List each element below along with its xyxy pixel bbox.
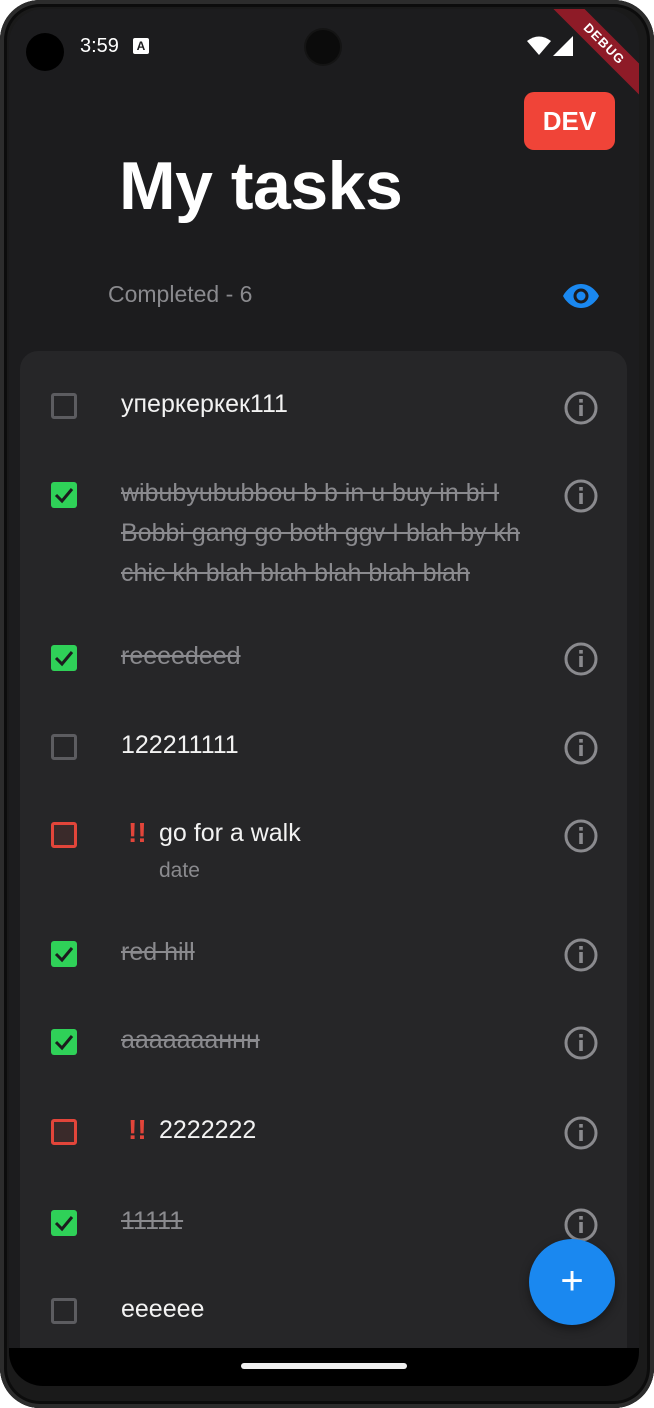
task-checkbox[interactable] xyxy=(51,1298,77,1324)
task-list: уперкеркек111 wibubyububbou b b in u buy… xyxy=(20,351,627,1386)
task-title: go for a walk xyxy=(159,819,301,847)
task-checkbox[interactable] xyxy=(51,822,77,848)
task-title: 2222222 xyxy=(159,1116,257,1144)
signal-icon xyxy=(553,36,573,56)
check-icon xyxy=(54,651,74,667)
completed-counter: Completed - 6 xyxy=(108,281,253,307)
task-checkbox[interactable] xyxy=(51,1119,77,1145)
status-bar: 3:59 A xyxy=(9,9,639,71)
task-title: 11111 xyxy=(121,1207,184,1235)
check-icon xyxy=(54,947,74,963)
env-badge[interactable]: DEV xyxy=(524,92,615,150)
task-item[interactable]: wibubyububbou b b in u buy in bi I Bobbi… xyxy=(20,471,627,601)
task-item[interactable]: red hill xyxy=(20,921,627,991)
toggle-completed-visibility-button[interactable] xyxy=(561,279,601,313)
add-task-button[interactable]: + xyxy=(529,1239,615,1325)
app-screen: 3:59 A DEBUG DEV My tasks Completed - 6 xyxy=(9,9,639,1386)
priority-mark: !! xyxy=(128,1114,147,1145)
task-item[interactable]: !! go for a walk date xyxy=(20,801,627,901)
task-item[interactable]: уперкеркек111 xyxy=(20,373,627,443)
info-icon[interactable] xyxy=(562,389,600,427)
info-icon[interactable] xyxy=(562,1024,600,1062)
eye-icon xyxy=(563,284,599,308)
task-checkbox[interactable] xyxy=(51,482,77,508)
info-icon[interactable] xyxy=(562,817,600,855)
task-item[interactable]: 122211111 xyxy=(20,711,627,781)
page-title: My tasks xyxy=(119,148,403,224)
task-item[interactable]: 11111 xyxy=(20,1191,627,1261)
info-icon[interactable] xyxy=(562,729,600,767)
phone-frame: 3:59 A DEBUG DEV My tasks Completed - 6 xyxy=(0,0,654,1408)
task-title: уперкеркек111 xyxy=(121,390,288,418)
task-title: wibubyububbou b b in u buy in bi I Bobbi… xyxy=(121,479,520,587)
task-checkbox[interactable] xyxy=(51,1210,77,1236)
task-checkbox[interactable] xyxy=(51,1029,77,1055)
wifi-icon xyxy=(527,36,551,55)
notification-icon: A xyxy=(133,38,149,54)
task-checkbox[interactable] xyxy=(51,645,77,671)
info-icon[interactable] xyxy=(562,936,600,974)
task-title: reeeedeed xyxy=(121,642,241,670)
task-checkbox[interactable] xyxy=(51,941,77,967)
status-time: 3:59 xyxy=(80,35,119,57)
task-title: eeeeee xyxy=(121,1295,205,1323)
front-camera-icon xyxy=(306,30,340,64)
check-icon xyxy=(54,1216,74,1232)
task-item[interactable]: !! 2222222 xyxy=(20,1101,627,1171)
task-subtitle: date xyxy=(159,859,200,882)
info-icon[interactable] xyxy=(562,640,600,678)
task-item[interactable]: reeeedeed xyxy=(20,621,627,691)
task-title: 122211111 xyxy=(121,731,239,759)
check-icon xyxy=(54,488,74,504)
check-icon xyxy=(54,1035,74,1051)
priority-mark: !! xyxy=(128,817,147,848)
task-title: red hill xyxy=(121,938,195,966)
info-icon[interactable] xyxy=(562,477,600,515)
home-indicator[interactable] xyxy=(241,1363,407,1369)
camera-hole-icon xyxy=(26,33,64,71)
task-item[interactable]: аааааааннн xyxy=(20,1011,627,1081)
info-icon[interactable] xyxy=(562,1114,600,1152)
task-checkbox[interactable] xyxy=(51,734,77,760)
task-checkbox[interactable] xyxy=(51,393,77,419)
task-title: аааааааннн xyxy=(121,1026,260,1054)
